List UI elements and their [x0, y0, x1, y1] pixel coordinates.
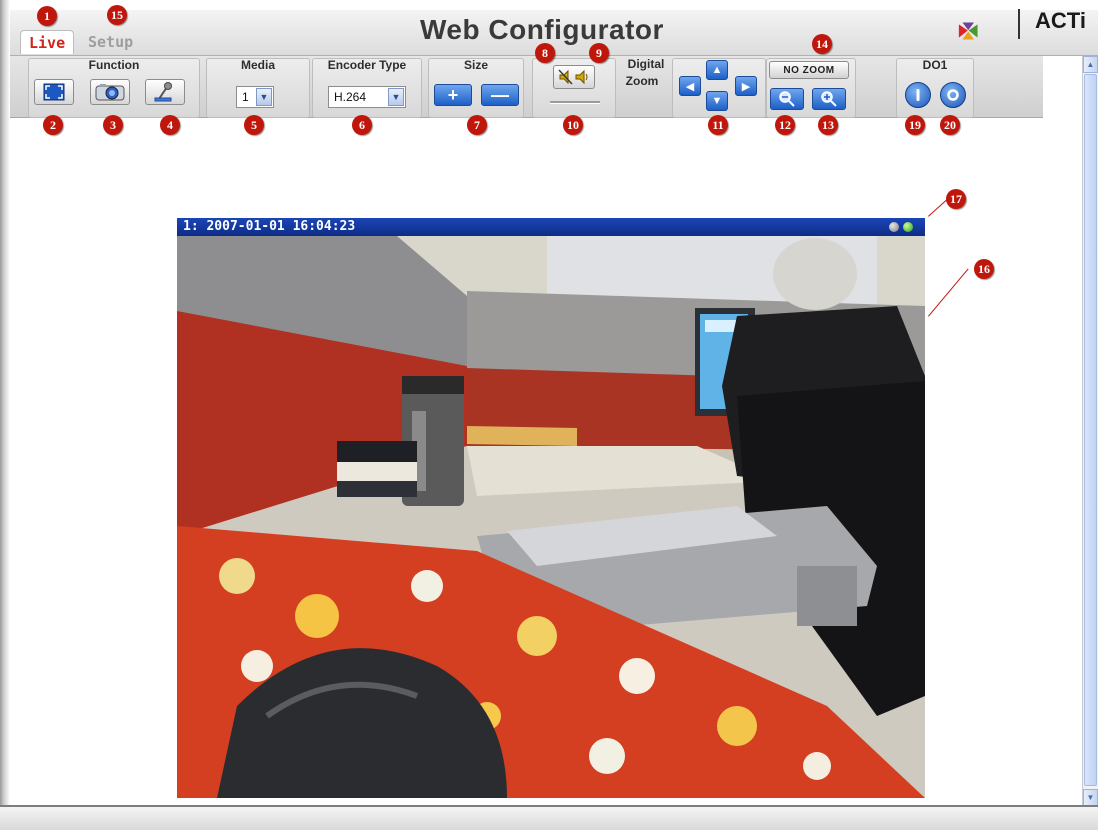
zoom-out-button[interactable] [770, 88, 804, 110]
callout-19: 19 [905, 115, 925, 135]
tab-live[interactable]: Live [20, 30, 75, 54]
encoder-label: Encoder Type [327, 58, 407, 72]
speaker-icon [575, 69, 588, 85]
encoder-select-value: H.264 [334, 90, 367, 104]
digital-zoom-label-1: Digital [627, 57, 665, 71]
callout-9: 9 [589, 43, 609, 63]
do1-off-button[interactable] [940, 82, 966, 108]
zoom-out-icon [779, 91, 795, 107]
do1-on-button[interactable] [905, 82, 931, 108]
digital-zoom-label-2: Zoom [625, 74, 659, 88]
scroll-up-arrow-icon[interactable]: ▲ [1083, 56, 1098, 73]
logo-text: ACTi [1035, 8, 1086, 33]
live-video-view[interactable] [177, 236, 925, 798]
logo-divider [1018, 9, 1020, 39]
power-off-icon [947, 89, 959, 101]
snapshot-button[interactable] [90, 79, 130, 105]
callout-17-leader [928, 198, 948, 217]
encoder-select[interactable]: H.264 ▼ [328, 86, 406, 108]
callout-14: 14 [812, 34, 832, 54]
acti-logo [958, 22, 978, 40]
callout-17: 17 [946, 189, 966, 209]
callout-8: 8 [535, 43, 555, 63]
callout-20: 20 [940, 115, 960, 135]
vertical-scrollbar[interactable]: ▲ ▼ [1082, 56, 1098, 806]
pan-down-button[interactable]: ▼ [706, 91, 728, 111]
callout-12: 12 [775, 115, 795, 135]
callout-1: 1 [37, 6, 57, 26]
pan-left-button[interactable]: ◀ [679, 76, 701, 96]
camera-icon [95, 84, 125, 101]
callout-10: 10 [563, 115, 583, 135]
record-button[interactable] [145, 79, 185, 105]
callout-2: 2 [43, 115, 63, 135]
callout-6: 6 [352, 115, 372, 135]
callout-7: 7 [467, 115, 487, 135]
pan-up-button[interactable]: ▲ [706, 60, 728, 80]
do1-label: DO1 [922, 58, 948, 72]
status-bar [0, 805, 1098, 830]
scrollbar-thumb[interactable] [1084, 74, 1097, 786]
audio-toggle-button[interactable] [553, 65, 595, 89]
tab-setup[interactable]: Setup [80, 30, 141, 54]
function-label: Function [88, 58, 140, 72]
pan-right-button[interactable]: ▶ [735, 76, 757, 96]
scroll-down-arrow-icon[interactable]: ▼ [1083, 789, 1098, 806]
video-status-indicator-gray [889, 222, 899, 232]
fullscreen-button[interactable] [34, 79, 74, 105]
zoom-in-icon [821, 91, 837, 107]
frame-left [0, 0, 10, 812]
callout-13: 13 [818, 115, 838, 135]
video-timestamp-bar: 1: 2007-01-01 16:04:23 [177, 218, 925, 236]
chevron-down-icon: ▼ [256, 88, 272, 106]
size-increase-button[interactable]: + [434, 84, 472, 106]
web-configurator-window: Live Setup Web Configurator ACTi Functio… [0, 0, 1098, 830]
callout-3: 3 [103, 115, 123, 135]
media-select[interactable]: 1 ▼ [236, 86, 274, 108]
microphone-icon [154, 82, 172, 102]
size-decrease-button[interactable]: — [481, 84, 519, 106]
callout-11: 11 [708, 115, 728, 135]
media-label: Media [240, 58, 275, 72]
zoom-in-button[interactable] [812, 88, 846, 110]
speaker-mute-icon [558, 69, 573, 85]
size-label: Size [463, 58, 488, 72]
callout-15: 15 [107, 5, 127, 25]
callout-4: 4 [160, 115, 180, 135]
callout-16: 16 [974, 259, 994, 279]
fullscreen-icon [43, 83, 65, 101]
callout-16-leader [928, 268, 969, 317]
media-select-value: 1 [242, 90, 249, 104]
chevron-down-icon: ▼ [388, 88, 404, 106]
callout-5: 5 [244, 115, 264, 135]
frame-top [0, 0, 1098, 8]
page-title: Web Configurator [420, 14, 664, 45]
volume-slider[interactable] [550, 101, 600, 104]
no-zoom-button[interactable]: NO ZOOM [769, 61, 849, 79]
video-status-indicator-green [903, 222, 913, 232]
power-on-icon [916, 89, 920, 101]
